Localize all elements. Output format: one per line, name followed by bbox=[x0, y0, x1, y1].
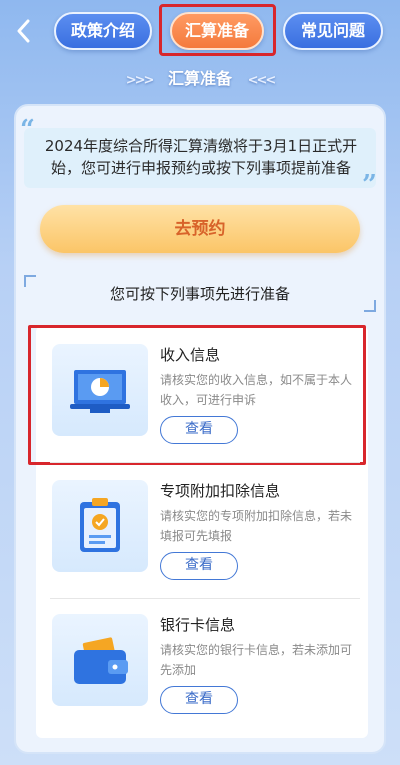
notice-text: 2024年度综合所得汇算清缴将于3月1日正式开始，您可进行申报预约或按下列事项提… bbox=[24, 128, 376, 188]
tab-faq[interactable]: 常见问题 bbox=[283, 12, 383, 50]
active-tab-highlight bbox=[159, 4, 276, 56]
view-button[interactable]: 查看 bbox=[160, 552, 238, 580]
section-title-text: 汇算准备 bbox=[167, 69, 232, 88]
clipboard-check-icon bbox=[52, 480, 148, 572]
income-item-highlight bbox=[28, 325, 366, 465]
tab-policy-intro[interactable]: 政策介绍 bbox=[54, 12, 152, 50]
divider bbox=[50, 598, 360, 599]
item-description: 请核实您的专项附加扣除信息，若未填报可先填报 bbox=[160, 509, 353, 543]
item-description: 请核实您的银行卡信息，若未添加可先添加 bbox=[160, 643, 353, 677]
section-right-arrows: <<< bbox=[247, 73, 277, 88]
list-item-special-deduction: 专项附加扣除信息 请核实您的专项附加扣除信息，若未填报可先填报 查看 bbox=[36, 468, 368, 600]
open-quote-icon: “ bbox=[20, 115, 35, 145]
list-item-bank-card: 银行卡信息 请核实您的银行卡信息，若未添加可先添加 查看 bbox=[36, 602, 368, 734]
divider bbox=[50, 462, 360, 463]
section-title: >>> 汇算准备 <<< bbox=[0, 64, 400, 94]
item-title: 专项附加扣除信息 bbox=[160, 482, 281, 500]
reserve-button[interactable]: 去预约 bbox=[40, 205, 360, 253]
prep-subtitle: 您可按下列事项先进行准备 bbox=[109, 285, 290, 303]
section-left-arrows: >>> bbox=[125, 73, 155, 88]
wallet-card-icon bbox=[52, 614, 148, 706]
chevron-left-icon[interactable] bbox=[8, 12, 40, 50]
view-button[interactable]: 查看 bbox=[160, 686, 238, 714]
close-quote-icon: ” bbox=[362, 170, 377, 200]
top-navigation: 政策介绍 汇算准备 常见问题 bbox=[0, 0, 400, 62]
item-title: 银行卡信息 bbox=[160, 616, 236, 634]
